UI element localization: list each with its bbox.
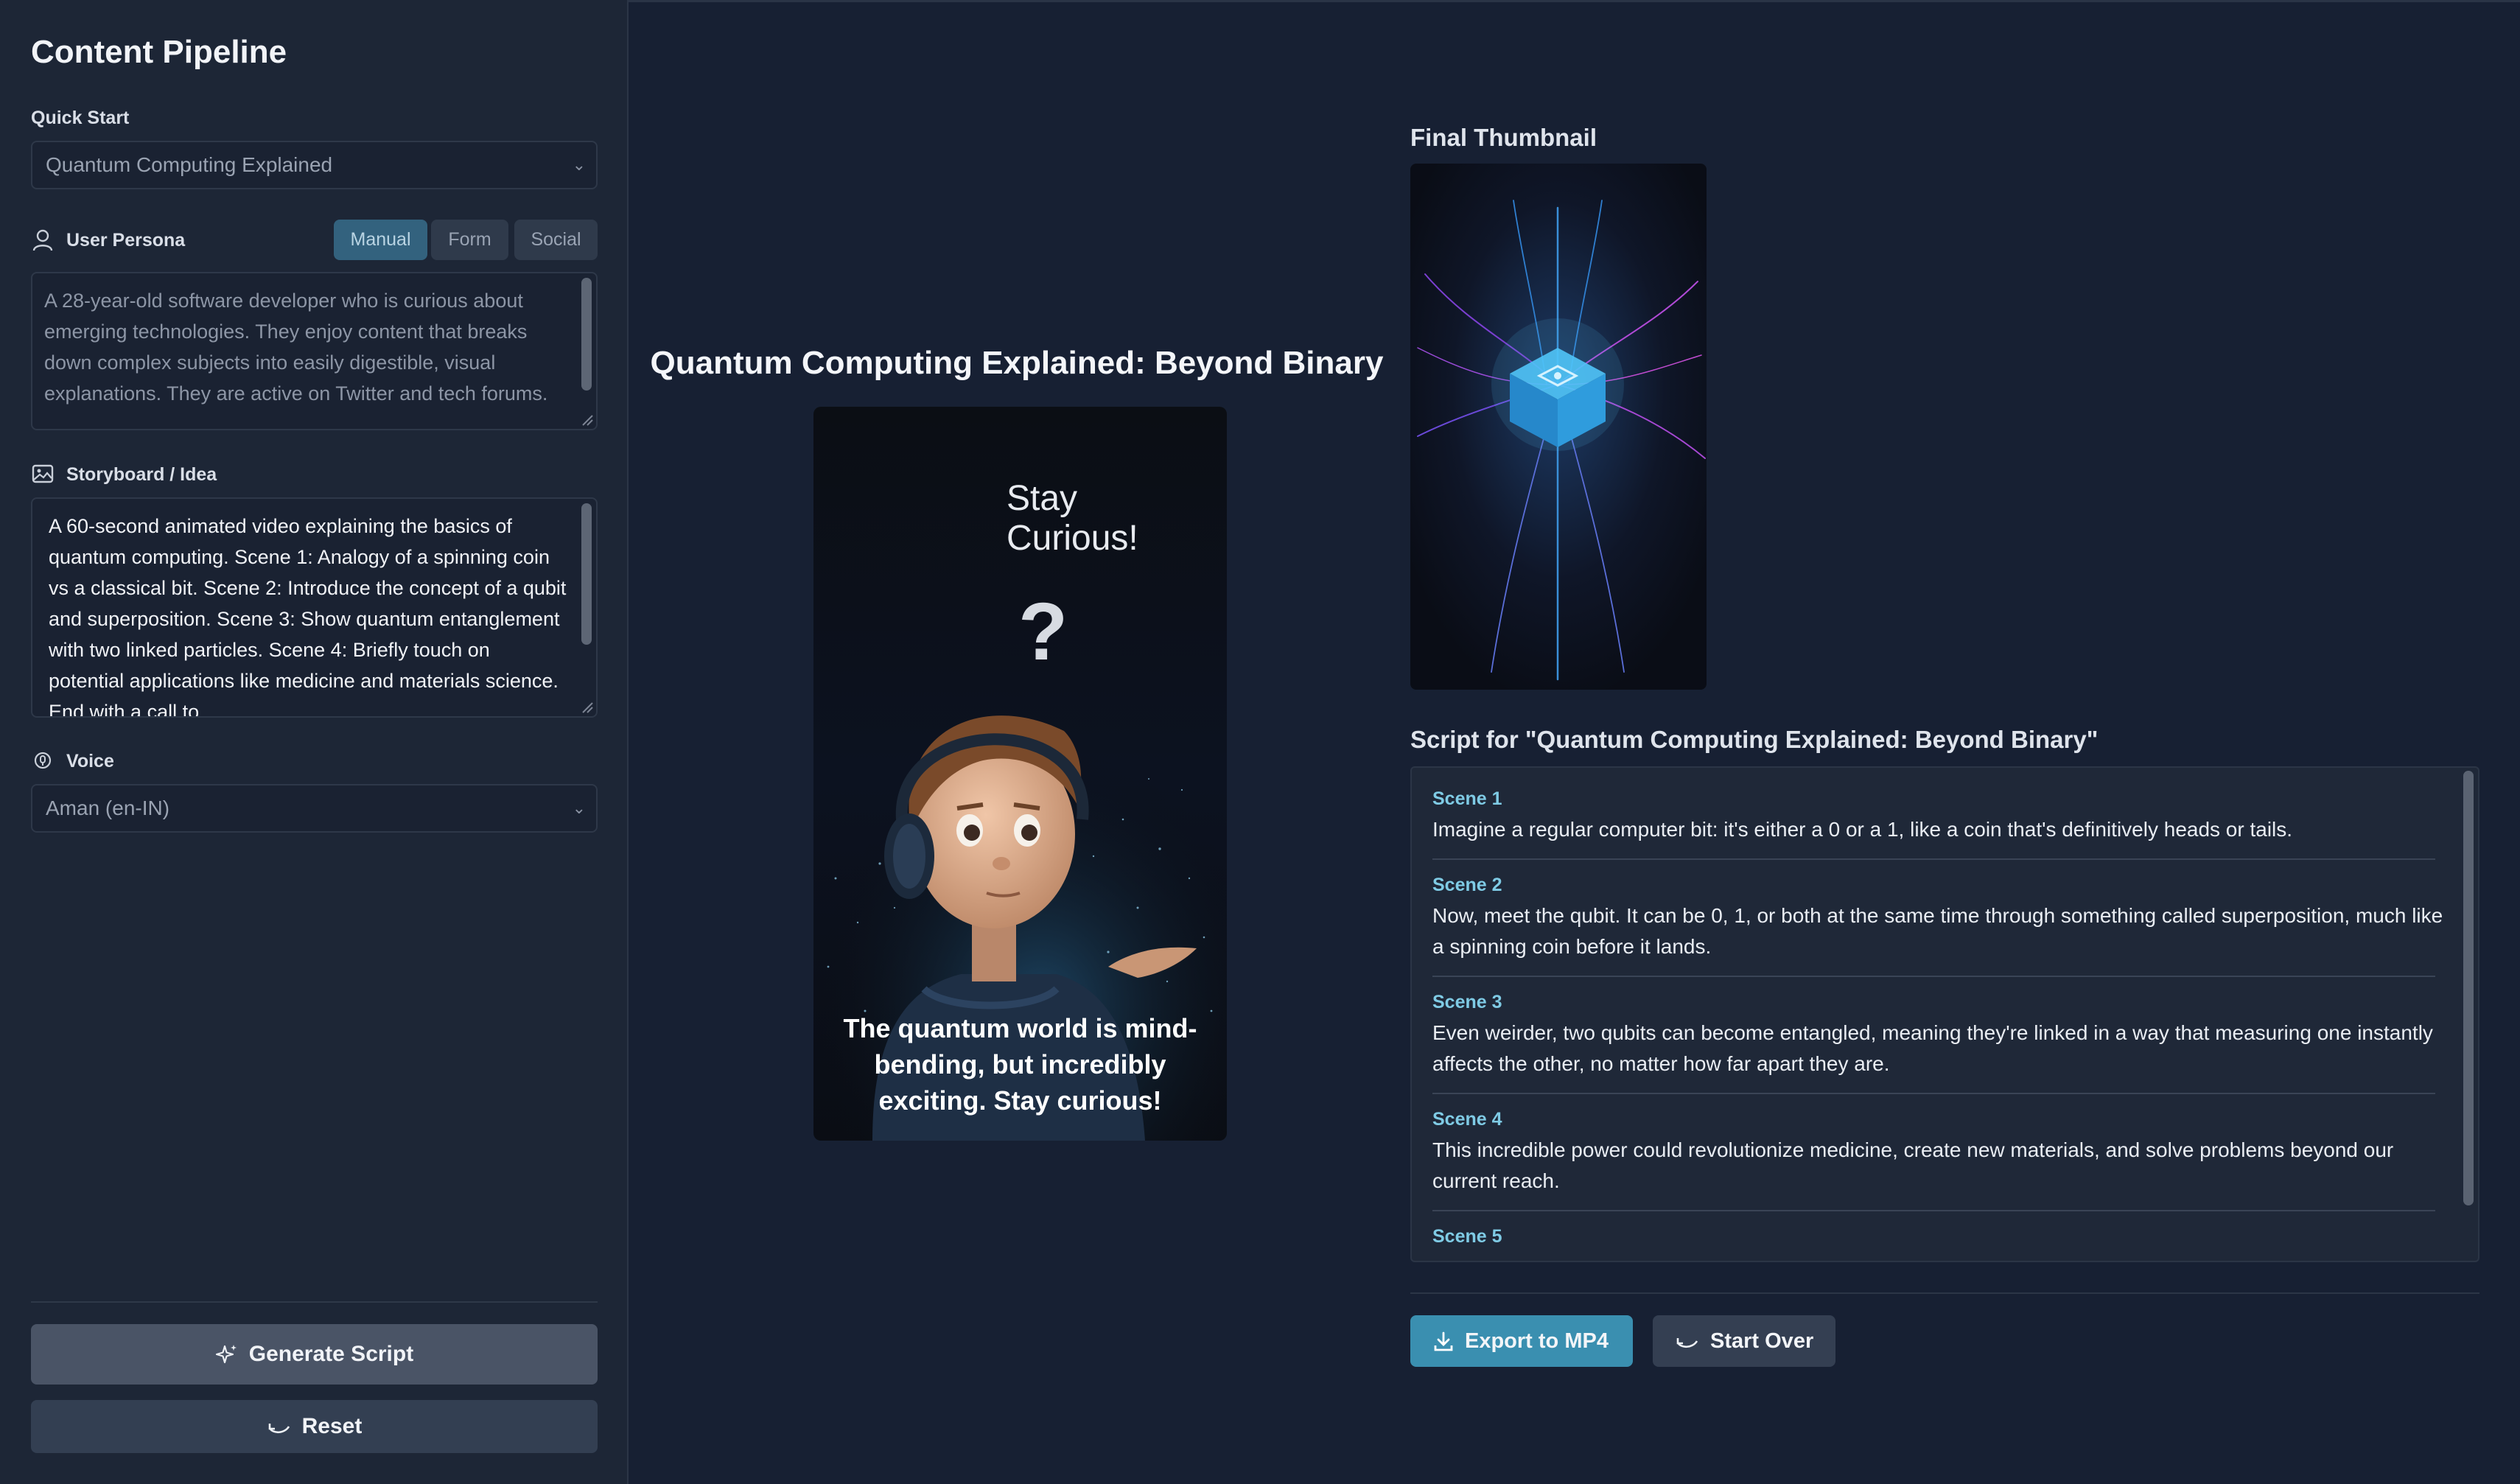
scene-label: Scene 3 <box>1432 992 1502 1012</box>
scene-label: Scene 2 <box>1432 875 1502 895</box>
scene-item: Scene 3 Even weirder, two qubits can beco… <box>1412 977 2478 1093</box>
sidebar: Content Pipeline Quick Start Quantum Com… <box>0 0 629 1484</box>
persona-mode-manual[interactable]: Manual <box>334 220 427 260</box>
download-icon <box>1434 1331 1453 1351</box>
start-over-label: Start Over <box>1710 1329 1814 1353</box>
storyboard-scrollbar[interactable] <box>581 503 592 645</box>
video-title: Quantum Computing Explained: Beyond Bina… <box>650 345 1384 381</box>
video-caption: The quantum world is mind-bending, but i… <box>843 1013 1197 1116</box>
app-title: Content Pipeline <box>31 34 287 70</box>
scene-text: This incredible power could revolutioniz… <box>1432 1138 2394 1192</box>
generate-script-label: Generate Script <box>248 1342 414 1366</box>
overlay-stay-curious: Stay Curious! <box>1007 479 1138 558</box>
microphone-icon <box>34 752 52 769</box>
quick-start-select[interactable]: Quantum Computing Explained ⌄ <box>31 141 598 189</box>
chevron-down-icon: ⌄ <box>572 155 586 174</box>
actions-divider <box>1410 1292 2479 1294</box>
persona-text: A 28-year-old software developer who is … <box>44 290 548 405</box>
quick-start-label: Quick Start <box>31 108 130 128</box>
start-over-button[interactable]: Start Over <box>1653 1315 1835 1367</box>
scene-item: Scene 1 Imagine a regular computer bit: i… <box>1412 768 2478 858</box>
storyboard-label: Storyboard / Idea <box>66 464 217 485</box>
resize-handle-icon[interactable] <box>580 413 593 426</box>
voice-label: Voice <box>66 751 114 771</box>
voice-value: Aman (en-IN) <box>46 797 170 819</box>
storyboard-textarea[interactable]: A 60-second animated video explaining th… <box>31 497 598 718</box>
video-preview[interactable]: Stay Curious! ? The quantum world is mind… <box>813 407 1227 1141</box>
generate-script-button[interactable]: Generate Script <box>31 1324 598 1385</box>
quantum-chip-illustration <box>1410 164 1707 690</box>
thumbnail-heading: Final Thumbnail <box>1410 124 1597 151</box>
final-thumbnail-image[interactable] <box>1410 164 1707 690</box>
scene-text: Now, meet the qubit. It can be 0, 1, or … <box>1432 904 2443 958</box>
reset-button[interactable]: Reset <box>31 1400 598 1453</box>
scene-item: Scene 5 <box>1412 1211 2478 1261</box>
export-mp4-button[interactable]: Export to MP4 <box>1410 1315 1633 1367</box>
scene-item: Scene 4 This incredible power could revol… <box>1412 1094 2478 1210</box>
persona-scrollbar[interactable] <box>581 278 592 391</box>
scene-text: Imagine a regular computer bit: it's eit… <box>1432 818 2293 841</box>
scene-list: Scene 1 Imagine a regular computer bit: i… <box>1412 768 2478 1261</box>
script-scrollbar[interactable] <box>2463 771 2474 1205</box>
quick-start-value: Quantum Computing Explained <box>46 153 333 176</box>
scene-label: Scene 5 <box>1432 1226 1502 1247</box>
sidebar-divider <box>31 1301 598 1303</box>
script-panel[interactable]: Scene 1 Imagine a regular computer bit: i… <box>1410 766 2479 1262</box>
overlay-question-mark: ? <box>1018 587 1068 677</box>
resize-handle-icon[interactable] <box>580 700 593 713</box>
undo-icon <box>1676 1338 1698 1348</box>
chevron-down-icon: ⌄ <box>572 799 586 817</box>
undo-icon <box>268 1424 290 1434</box>
scene-label: Scene 1 <box>1432 788 1502 809</box>
user-icon <box>32 229 53 251</box>
image-icon <box>32 464 54 483</box>
script-heading: Script for "Quantum Computing Explained:… <box>1410 726 2099 753</box>
user-persona-label: User Persona <box>66 230 186 251</box>
scene-label: Scene 4 <box>1432 1109 1502 1130</box>
reset-label: Reset <box>301 1414 363 1438</box>
persona-mode-social[interactable]: Social <box>514 220 598 260</box>
scene-item: Scene 2 Now, meet the qubit. It can be 0,… <box>1412 860 2478 976</box>
persona-textarea[interactable]: A 28-year-old software developer who is … <box>31 272 598 430</box>
export-mp4-label: Export to MP4 <box>1465 1329 1609 1353</box>
storyboard-text: A 60-second animated video explaining th… <box>49 515 567 718</box>
voice-select[interactable]: Aman (en-IN) ⌄ <box>31 784 598 833</box>
persona-mode-form[interactable]: Form <box>431 220 508 260</box>
sparkles-icon <box>215 1345 237 1364</box>
scene-text: Even weirder, two qubits can become enta… <box>1432 1021 2433 1075</box>
